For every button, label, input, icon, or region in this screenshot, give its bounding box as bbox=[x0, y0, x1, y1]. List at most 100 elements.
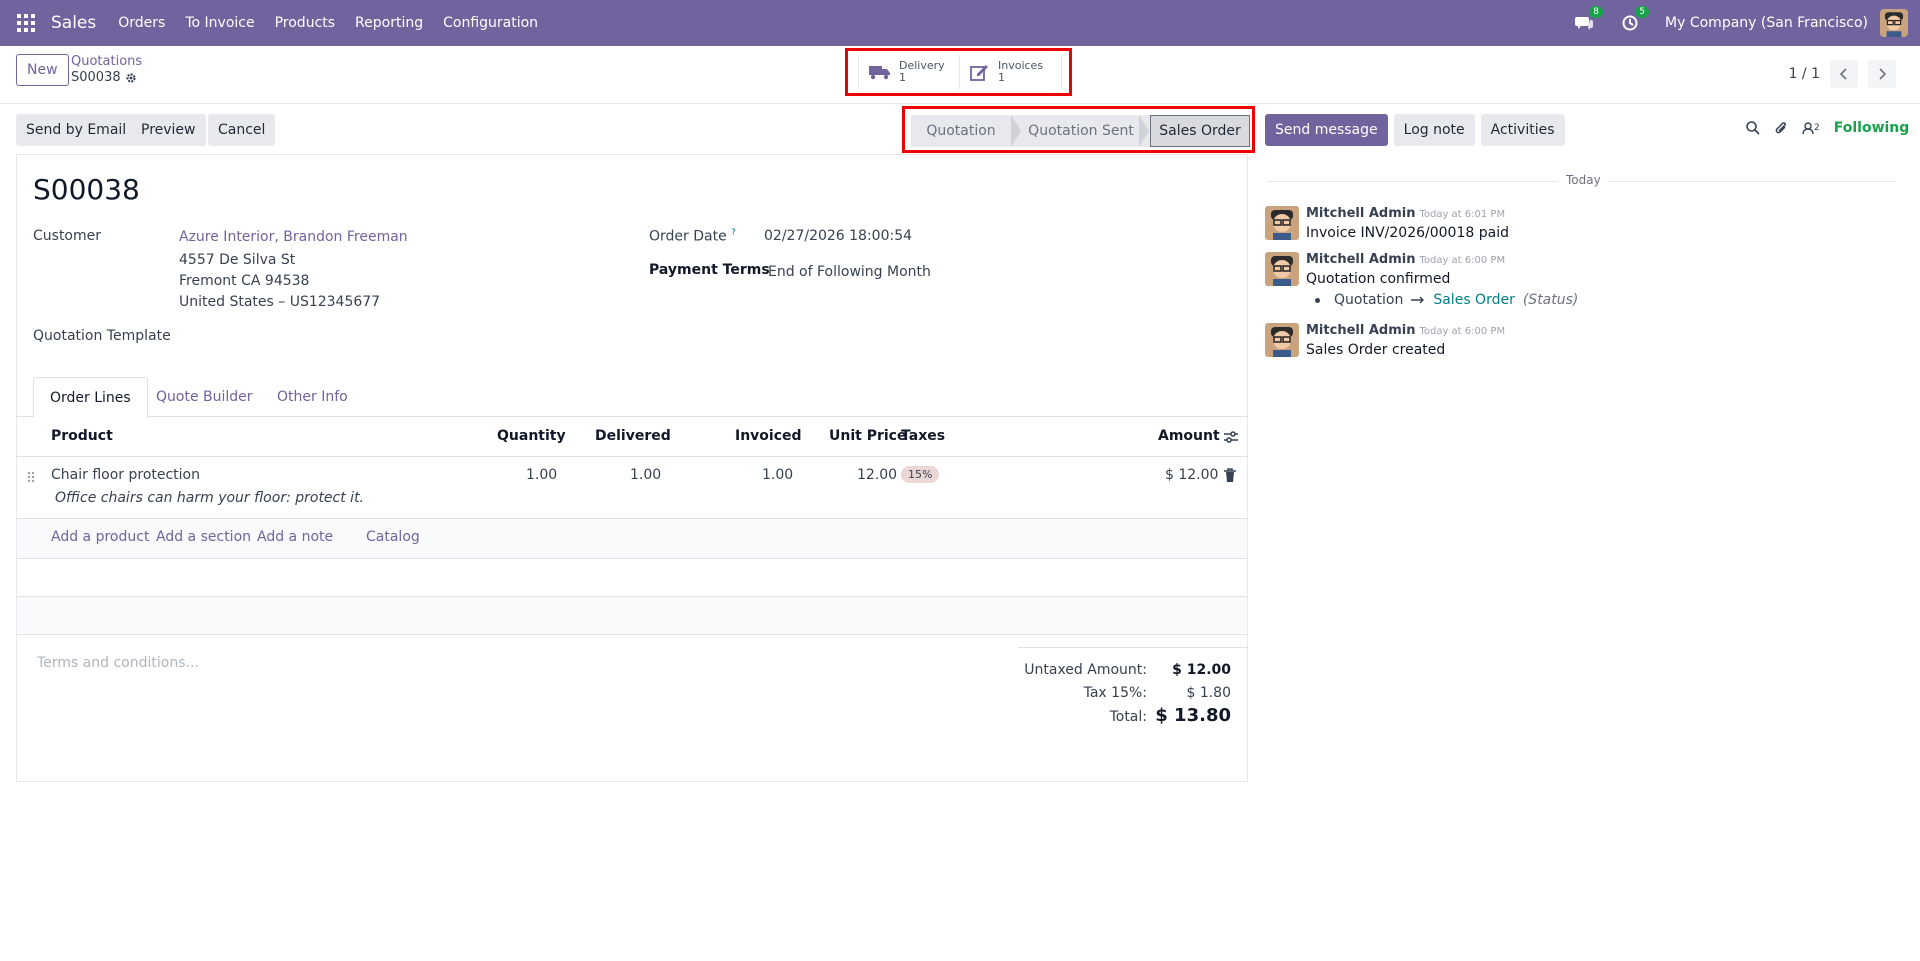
stage-sales-order[interactable]: Sales Order bbox=[1150, 115, 1250, 147]
chatter-message: Mitchell Admin Today at 6:00 PM Quotation… bbox=[1265, 252, 1885, 312]
terms-and-conditions-field[interactable]: Terms and conditions... bbox=[37, 655, 199, 671]
new-button[interactable]: New bbox=[16, 54, 69, 86]
search-icon[interactable] bbox=[1746, 121, 1760, 135]
pager-next-button[interactable] bbox=[1868, 60, 1896, 88]
column-amount[interactable]: Amount bbox=[1158, 428, 1220, 444]
message-author: Mitchell Admin Today at 6:01 PM bbox=[1306, 206, 1505, 221]
activities-badge: 5 bbox=[1635, 6, 1650, 18]
column-delivered[interactable]: Delivered bbox=[595, 428, 671, 444]
chatter-topbar: Send message Log note Activities bbox=[1265, 114, 1565, 146]
empty-row bbox=[17, 559, 1247, 597]
line-delivered[interactable]: 1.00 bbox=[630, 467, 661, 483]
activities-button[interactable]: Activities bbox=[1480, 114, 1565, 146]
log-note-button[interactable]: Log note bbox=[1393, 114, 1475, 146]
avatar[interactable] bbox=[1265, 252, 1299, 286]
tracking-old-value: Quotation bbox=[1334, 292, 1404, 308]
line-unit-price[interactable]: 12.00 bbox=[857, 467, 897, 483]
app-name[interactable]: Sales bbox=[51, 13, 96, 33]
customer-label: Customer bbox=[33, 228, 102, 244]
pager-previous-button[interactable] bbox=[1830, 60, 1858, 88]
order-lines-header: Product Quantity Delivered Invoiced Unit… bbox=[17, 417, 1247, 457]
apps-menu-icon[interactable] bbox=[17, 14, 35, 32]
customer-field[interactable]: Azure Interior, Brandon Freeman bbox=[179, 229, 408, 245]
paperclip-icon[interactable] bbox=[1774, 121, 1788, 136]
untaxed-amount-value: $ 12.00 bbox=[1172, 662, 1231, 678]
messaging-button[interactable]: 8 bbox=[1573, 6, 1604, 34]
followers-count: 2 bbox=[1814, 123, 1820, 133]
send-by-email-button[interactable]: Send by Email bbox=[16, 114, 137, 146]
author-name[interactable]: Mitchell Admin bbox=[1306, 252, 1415, 267]
column-unit-price[interactable]: Unit Price bbox=[829, 428, 906, 444]
menu-reporting[interactable]: Reporting bbox=[355, 15, 423, 31]
date-separator-label: Today bbox=[1566, 173, 1601, 187]
menu-to-invoice[interactable]: To Invoice bbox=[185, 15, 254, 31]
main-menu: Orders To Invoice Products Reporting Con… bbox=[118, 15, 558, 31]
pencil-square-icon bbox=[970, 65, 988, 81]
chatter-message: Mitchell Admin Today at 6:01 PM Invoice I… bbox=[1265, 206, 1885, 246]
tracking-new-value: Sales Order bbox=[1433, 292, 1515, 308]
avatar[interactable] bbox=[1265, 323, 1299, 357]
company-switcher[interactable]: My Company (San Francisco) bbox=[1665, 15, 1868, 31]
payment-terms-field[interactable]: End of Following Month bbox=[768, 264, 931, 280]
order-date-label: Order Date ? bbox=[649, 228, 736, 245]
breadcrumb-current: S00038 bbox=[71, 70, 137, 85]
avatar[interactable] bbox=[1265, 206, 1299, 240]
clock-icon bbox=[1622, 15, 1638, 31]
tracking-field-name: (Status) bbox=[1522, 292, 1579, 308]
line-description[interactable]: Office chairs can harm your floor: prote… bbox=[55, 490, 364, 506]
column-invoiced[interactable]: Invoiced bbox=[735, 428, 802, 444]
line-product[interactable]: Chair floor protection bbox=[51, 467, 200, 483]
message-body: Quotation confirmed bbox=[1306, 271, 1451, 287]
stage-quotation[interactable]: Quotation bbox=[911, 115, 1011, 147]
tax-value: $ 1.80 bbox=[1186, 685, 1231, 701]
smart-buttons-box: Delivery 1 Invoices 1 bbox=[845, 48, 1072, 96]
arrow-right-icon bbox=[1411, 296, 1425, 304]
column-product[interactable]: Product bbox=[51, 428, 113, 444]
tab-quote-builder[interactable]: Quote Builder bbox=[140, 377, 269, 417]
pager: 1 / 1 bbox=[1789, 60, 1896, 88]
trash-icon[interactable] bbox=[1224, 468, 1236, 482]
user-avatar[interactable] bbox=[1880, 9, 1908, 37]
breadcrumb-quotations[interactable]: Quotations bbox=[71, 54, 142, 69]
optional-columns-icon[interactable] bbox=[1224, 430, 1238, 444]
activities-button[interactable]: 5 bbox=[1619, 6, 1650, 34]
order-date-field[interactable]: 02/27/2026 18:00:54 bbox=[764, 228, 912, 244]
gear-icon[interactable] bbox=[125, 72, 137, 84]
menu-products[interactable]: Products bbox=[275, 15, 335, 31]
tab-order-lines[interactable]: Order Lines bbox=[33, 377, 148, 418]
following-button[interactable]: Following bbox=[1834, 120, 1910, 136]
table-row[interactable]: Chair floor protection Office chairs can… bbox=[17, 457, 1247, 519]
stage-quotation-sent[interactable]: Quotation Sent bbox=[1023, 115, 1139, 147]
customer-address-line1: 4557 De Silva St bbox=[179, 252, 296, 268]
chevron-left-icon bbox=[1840, 68, 1847, 80]
preview-button[interactable]: Preview bbox=[131, 114, 206, 146]
pager-value[interactable]: 1 / 1 bbox=[1789, 66, 1820, 82]
payment-terms-label: Payment Terms bbox=[649, 262, 770, 278]
add-section-link[interactable]: Add a section bbox=[156, 529, 251, 545]
user-avatar-icon bbox=[1265, 206, 1299, 240]
drag-handle-icon[interactable] bbox=[27, 471, 35, 483]
message-time: Today at 6:01 PM bbox=[1419, 209, 1506, 220]
chat-bubbles-icon bbox=[1575, 17, 1594, 30]
column-quantity[interactable]: Quantity bbox=[497, 428, 566, 444]
catalog-link[interactable]: Catalog bbox=[366, 529, 420, 545]
message-time: Today at 6:00 PM bbox=[1419, 255, 1506, 266]
followers-button[interactable]: 2 bbox=[1802, 121, 1820, 135]
menu-configuration[interactable]: Configuration bbox=[443, 15, 538, 31]
invoices-smart-button[interactable]: Invoices 1 bbox=[960, 55, 1062, 89]
column-taxes[interactable]: Taxes bbox=[901, 428, 945, 444]
truck-icon bbox=[869, 66, 890, 80]
author-name[interactable]: Mitchell Admin bbox=[1306, 206, 1415, 221]
send-message-button[interactable]: Send message bbox=[1265, 114, 1388, 146]
author-name[interactable]: Mitchell Admin bbox=[1306, 323, 1415, 338]
line-quantity[interactable]: 1.00 bbox=[526, 467, 557, 483]
help-tooltip-icon[interactable]: ? bbox=[731, 228, 736, 238]
add-product-link[interactable]: Add a product bbox=[51, 529, 149, 545]
menu-orders[interactable]: Orders bbox=[118, 15, 165, 31]
cancel-button[interactable]: Cancel bbox=[208, 114, 276, 146]
delivery-smart-button[interactable]: Delivery 1 bbox=[858, 55, 960, 89]
add-note-link[interactable]: Add a note bbox=[257, 529, 333, 545]
tab-other-info[interactable]: Other Info bbox=[261, 377, 364, 417]
total-value: $ 13.80 bbox=[1155, 705, 1231, 726]
tax-tag[interactable]: 15% bbox=[901, 466, 940, 483]
